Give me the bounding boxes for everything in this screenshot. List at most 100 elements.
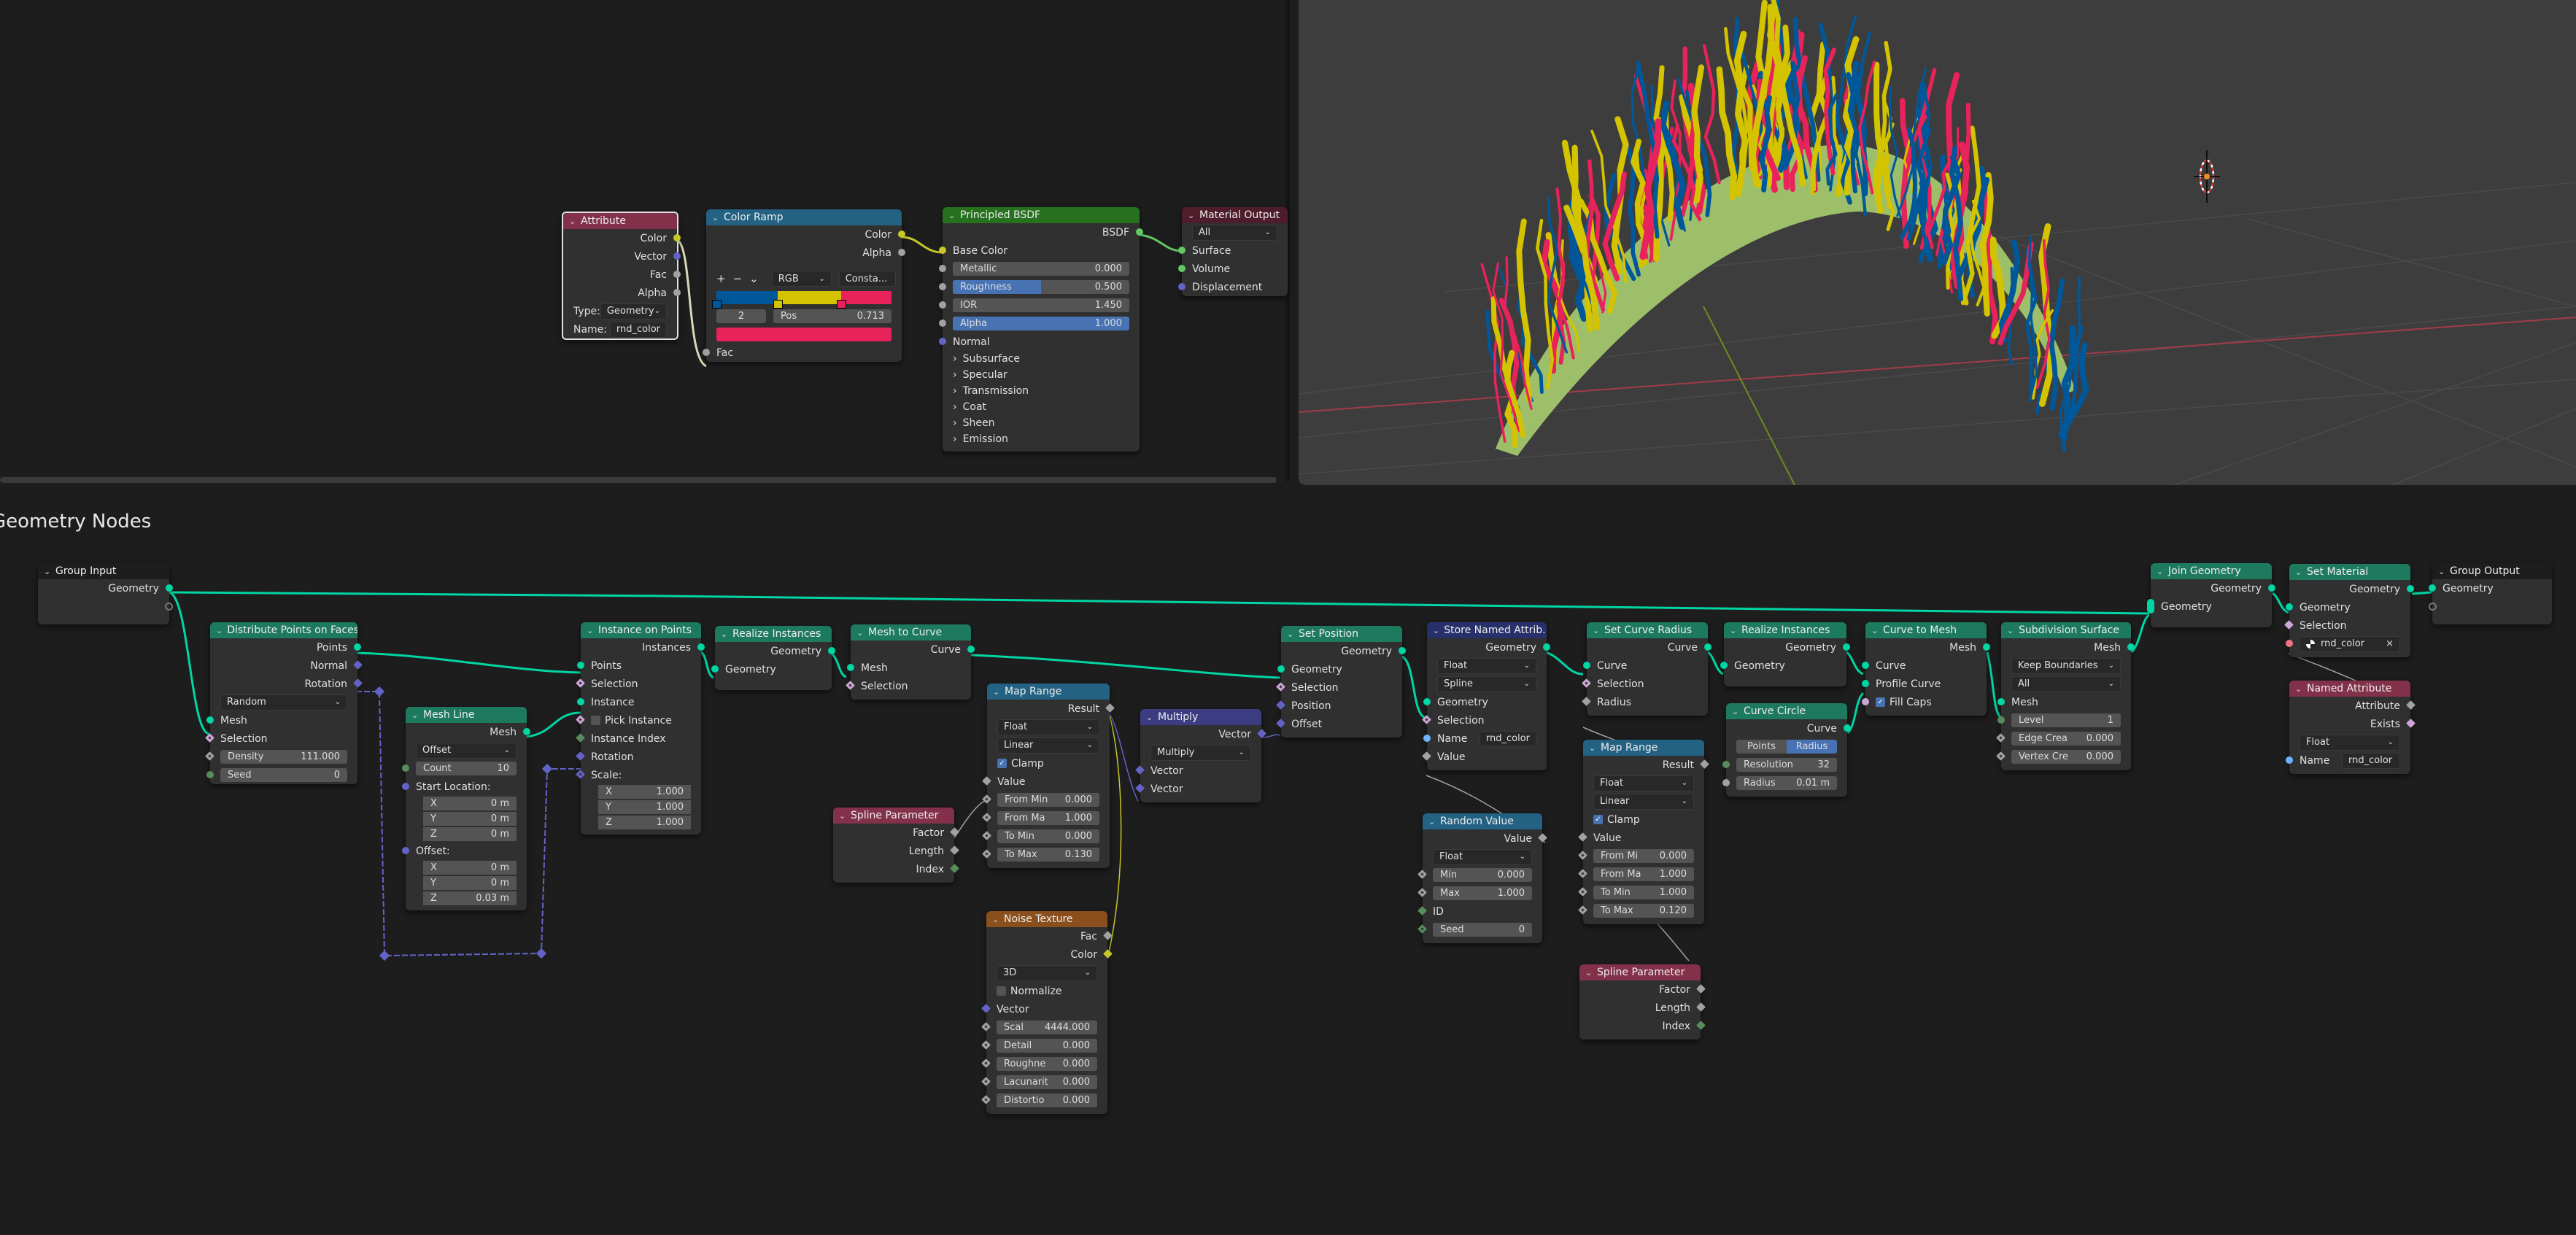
stop-pos-field[interactable]: Pos 0.713 xyxy=(773,309,891,323)
material-selector[interactable]: rnd_color × xyxy=(2300,635,2400,652)
collapse-chevron-icon[interactable]: ⌄ xyxy=(587,626,594,635)
collapse-chevron-icon[interactable]: ⌄ xyxy=(2438,567,2445,576)
node-set-curve-radius[interactable]: ⌄ Set Curve Radius Curve Curve Selection … xyxy=(1582,622,1711,716)
min-field[interactable]: Min 0.000 xyxy=(1433,868,1532,882)
collapse-chevron-icon[interactable]: ⌄ xyxy=(1730,626,1737,635)
socket-fac[interactable] xyxy=(703,349,710,356)
panel-subsurface[interactable]: › Subsurface xyxy=(943,351,1140,367)
socket-resolution[interactable] xyxy=(1722,761,1730,768)
type-dropdown[interactable]: Geometry ⌄ xyxy=(600,303,668,320)
node-group-input[interactable]: ⌄ Group Input Geometry xyxy=(38,563,173,624)
node-curve-circle[interactable]: ⌄ Curve Circle Curve Points Radius Resolu… xyxy=(1722,703,1851,797)
fill-caps-checkbox[interactable]: ✓ xyxy=(1876,697,1885,707)
interpolation-dropdown[interactable]: Consta... xyxy=(838,271,896,287)
collapse-chevron-icon[interactable]: ⌄ xyxy=(216,626,223,635)
socket-geometry[interactable] xyxy=(2429,584,2436,592)
input-level-field[interactable]: Level 1 xyxy=(2011,713,2121,727)
collapse-chevron-icon[interactable]: ⌄ xyxy=(2295,568,2302,577)
clear-icon[interactable]: × xyxy=(2386,638,2394,649)
domain-dropdown[interactable]: Spline ⌄ xyxy=(1437,675,1536,692)
mode-points-button[interactable]: Points xyxy=(1736,740,1787,754)
socket-mesh[interactable] xyxy=(847,664,854,671)
input-to-max-field[interactable]: To Max 0.120 xyxy=(1593,904,1694,918)
input-scal-field[interactable]: Scal 4444.000 xyxy=(997,1021,1097,1034)
data-type-dropdown[interactable]: Float ⌄ xyxy=(1593,775,1694,791)
collapse-chevron-icon[interactable]: ⌄ xyxy=(992,915,999,924)
socket-mesh[interactable] xyxy=(206,716,214,724)
node-attribute[interactable]: ⌄ Attribute Color Vector Fac Alpha Type: G… xyxy=(562,212,681,340)
socket-bsdf[interactable] xyxy=(1136,228,1143,236)
socket-geometry[interactable] xyxy=(1399,647,1406,654)
socket-mesh[interactable] xyxy=(2127,643,2135,651)
input-roughne-field[interactable]: Roughne 0.000 xyxy=(997,1057,1097,1071)
collapse-chevron-icon[interactable]: ⌄ xyxy=(1428,817,1436,826)
socket-name[interactable] xyxy=(1423,735,1431,742)
socket-displacement[interactable] xyxy=(1178,283,1185,290)
node-set-position[interactable]: ⌄ Set Position Geometry Geometry Selectio… xyxy=(1276,626,1406,737)
collapse-chevron-icon[interactable]: ⌄ xyxy=(856,628,864,638)
input-from-min-field[interactable]: From Min 0.000 xyxy=(997,793,1099,807)
node-distribute-points[interactable]: ⌄ Distribute Points on Faces Points Norma… xyxy=(205,622,363,784)
socket-geometry[interactable] xyxy=(1423,698,1431,705)
socket-fill-caps[interactable] xyxy=(1862,698,1869,705)
node-mesh-line[interactable]: ⌄ Mesh Line Mesh Offset ⌄ Count 10 Start Lo… xyxy=(402,707,530,910)
pick-instance-checkbox[interactable] xyxy=(591,716,600,725)
input-lacunarit-field[interactable]: Lacunarit 0.000 xyxy=(997,1075,1097,1089)
data-type-dropdown[interactable]: Float ⌄ xyxy=(997,719,1099,735)
socket-roughness[interactable] xyxy=(939,283,946,290)
socket-instance[interactable] xyxy=(577,698,584,705)
panel-emission[interactable]: › Emission xyxy=(943,431,1140,447)
stop-index-field[interactable]: 2 xyxy=(716,309,766,323)
collapse-chevron-icon[interactable]: ⌄ xyxy=(2007,626,2014,635)
collapse-chevron-icon[interactable]: ⌄ xyxy=(1585,968,1593,977)
name-input[interactable]: rnd_color xyxy=(609,321,667,338)
count-field[interactable]: Count 10 xyxy=(416,762,517,775)
3d-viewport[interactable] xyxy=(1299,0,2576,485)
collapse-chevron-icon[interactable]: ⌄ xyxy=(569,217,576,226)
panel-sheen[interactable]: › Sheen xyxy=(943,415,1140,431)
clamp-checkbox[interactable]: ✓ xyxy=(997,759,1007,768)
node-noise-texture[interactable]: ⌄ Noise Texture Fac Color 3D ⌄ Normalize V… xyxy=(981,911,1113,1114)
dimensions-dropdown[interactable]: 3D ⌄ xyxy=(997,964,1097,981)
node-realize-instances-1[interactable]: ⌄ Realize Instances Geometry Geometry xyxy=(711,626,835,690)
node-multiply[interactable]: ⌄ Multiply Vector Multiply ⌄ Vector Vector xyxy=(1135,709,1266,802)
stop-color-swatch[interactable] xyxy=(716,328,891,341)
socket-material[interactable] xyxy=(2286,640,2293,647)
node-set-material[interactable]: ⌄ Set Material Geometry Geometry Selectio… xyxy=(2284,564,2414,657)
collapse-chevron-icon[interactable]: ⌄ xyxy=(993,687,1000,697)
name-input[interactable]: rnd_color xyxy=(1479,730,1536,747)
node-mesh-to-curve[interactable]: ⌄ Mesh to Curve Curve Mesh Selection xyxy=(846,624,975,700)
panel-coat[interactable]: › Coat xyxy=(943,399,1140,415)
socket-curve[interactable] xyxy=(1844,724,1851,732)
collapse-chevron-icon[interactable]: ⌄ xyxy=(1146,713,1153,722)
collapse-chevron-icon[interactable]: ⌄ xyxy=(839,811,846,821)
node-principled-bsdf[interactable]: ⌄ Principled BSDF BSDF Base Color Metalli… xyxy=(939,207,1143,452)
collapse-chevron-icon[interactable]: ⌄ xyxy=(2157,567,2164,576)
input-edge-crea-field[interactable]: Edge Crea 0.000 xyxy=(2011,732,2121,746)
socket-seed[interactable] xyxy=(206,771,214,778)
socket-geometry[interactable] xyxy=(1843,643,1850,651)
data-type-dropdown[interactable]: Float ⌄ xyxy=(1437,657,1536,674)
color-mode-dropdown[interactable]: RGB ⌄ xyxy=(771,271,832,287)
target-dropdown[interactable]: All ⌄ xyxy=(1192,224,1277,241)
node-color-ramp[interactable]: ⌄ Color Ramp Color Alpha + − ⌄ RGB ⌄ Const… xyxy=(703,209,905,362)
data-type-dropdown[interactable]: Float ⌄ xyxy=(2300,734,2400,751)
socket-name[interactable] xyxy=(2286,756,2293,764)
node-curve-to-mesh[interactable]: ⌄ Curve to Mesh Mesh Curve Profile Curve … xyxy=(1862,622,1990,716)
socket-empty[interactable] xyxy=(2429,603,2437,611)
socket-mesh[interactable] xyxy=(1997,698,2005,705)
add-stop-button[interactable]: + xyxy=(716,272,726,285)
socket-points[interactable] xyxy=(577,662,584,669)
distribute-mode-dropdown[interactable]: Random ⌄ xyxy=(220,694,347,711)
ramp-menu-button[interactable]: ⌄ xyxy=(749,272,759,285)
socket-alpha[interactable] xyxy=(898,249,905,256)
node-realize-instances-2[interactable]: ⌄ Realize Instances Geometry Geometry xyxy=(1720,622,1850,686)
socket-curve[interactable] xyxy=(1583,662,1590,669)
socket-color[interactable] xyxy=(898,231,905,238)
node-join-geometry[interactable]: ⌄ Join Geometry Geometry Geometry xyxy=(2147,563,2275,627)
radius-field[interactable]: Radius 0.01 m xyxy=(1736,776,1837,790)
collapse-chevron-icon[interactable]: ⌄ xyxy=(1589,743,1596,753)
node-material-output[interactable]: ⌄ Material Output All ⌄ Surface Volume Dis… xyxy=(1178,207,1288,296)
node-random-value[interactable]: ⌄ Random Value Value Float ⌄ Min 0.000 Max 1… xyxy=(1417,813,1547,943)
panel-specular[interactable]: › Specular xyxy=(943,367,1140,383)
